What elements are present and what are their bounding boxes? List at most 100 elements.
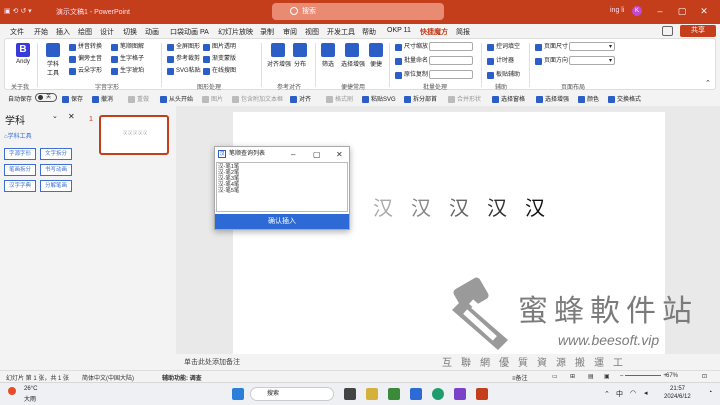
dialog-maximize-icon[interactable]: ▢ [313, 148, 321, 162]
network-icon[interactable]: ◠ [630, 389, 636, 397]
page-orientation-select[interactable]: ▾ [569, 56, 615, 65]
taskbar-search[interactable]: 搜索 [250, 387, 334, 401]
slide-char-2[interactable]: 汉 [411, 192, 431, 221]
cloud-glyph-button[interactable]: 云朵字形 [69, 67, 102, 76]
start-icon[interactable] [232, 388, 244, 400]
slide-thumbnail[interactable]: 汉汉汉汉汉 [99, 115, 169, 155]
convenient-button[interactable]: 便捷 [367, 43, 385, 68]
tray-expand-icon[interactable]: ⌃ [604, 390, 610, 398]
image-transparent-button[interactable]: 图片透明 [203, 43, 236, 52]
selection-pane-button[interactable]: 选择窗格 [492, 94, 525, 103]
accessibility[interactable]: 辅助功能: 调查 [162, 373, 202, 382]
extra-textbox-button[interactable]: 包含附加文本框 [232, 94, 283, 103]
pane-btn-dictionary[interactable]: 汉字字典 [4, 180, 36, 192]
app-icons[interactable]: ▣ ⟲ ↺ ▾ [4, 7, 32, 15]
vs-icon[interactable] [454, 388, 466, 400]
normal-view-icon[interactable]: ▭ [552, 373, 558, 380]
maximize-icon[interactable]: ▢ [676, 5, 688, 17]
in-place-copy-input[interactable] [429, 70, 473, 79]
sorter-view-icon[interactable]: ⊞ [570, 373, 575, 380]
cloze-button[interactable]: 控词填空 [487, 43, 520, 52]
paste-svg-button[interactable]: 粘贴SVG [362, 94, 396, 103]
size-scale-button[interactable]: 尺寸缩放 [395, 43, 428, 52]
batch-rename-button[interactable]: 批量命名 [395, 57, 428, 66]
color-button[interactable]: 颜色 [578, 94, 599, 103]
tab-okp[interactable]: OKP 11 [387, 27, 411, 34]
zoom-level[interactable]: 67% [666, 373, 678, 379]
pane-btn-decompose[interactable]: 分解笔画 [40, 180, 72, 192]
pane-btn-stroke-split[interactable]: 笔画拆分 [4, 164, 36, 176]
zoom-slider[interactable]: – + [620, 373, 667, 379]
tab-draw[interactable]: 绘图 [78, 27, 92, 37]
tab-brief[interactable]: 简报 [456, 27, 470, 37]
tab-animation[interactable]: 动画 [145, 27, 159, 37]
pane-btn-text-split[interactable]: 文字拆分 [40, 148, 72, 160]
stroke-list[interactable]: 汉-笔1笔 汉-笔2笔 汉-笔3笔 汉-笔4笔 汉-笔5笔 [216, 162, 348, 212]
clock-time[interactable]: 21:57 [670, 386, 685, 392]
format-painter-button[interactable]: 格式刷 [326, 94, 353, 103]
filter-button[interactable]: 筛选 [319, 43, 337, 68]
notes-placeholder[interactable]: 单击此处添加备注 [184, 357, 240, 367]
search-box[interactable]: 搜索 [272, 3, 444, 20]
store-icon[interactable] [388, 388, 400, 400]
volume-icon[interactable]: ◂ [644, 389, 648, 397]
select-enhance-quick-button[interactable]: 选择增强 [536, 94, 569, 103]
slide-char-5[interactable]: 汉 [525, 192, 545, 221]
tab-design[interactable]: 设计 [100, 27, 114, 37]
ime-indicator[interactable]: 中 [616, 389, 623, 399]
subject-tools-button[interactable]: 学科 工具 [43, 43, 63, 77]
in-place-copy-button[interactable]: 原位复制 [395, 71, 428, 80]
char-grid-button[interactable]: 生字格子 [111, 55, 144, 64]
swap-format-button[interactable]: 交换格式 [608, 94, 641, 103]
fit-slide-icon[interactable]: ⊡ [702, 373, 707, 380]
andy-button[interactable]: B Andy [13, 43, 33, 65]
online-image-button[interactable]: 在线搜图 [203, 67, 236, 76]
image-button[interactable]: 图片 [202, 94, 223, 103]
confirm-insert-button[interactable]: 确认插入 [215, 214, 349, 229]
svg-paste-button[interactable]: SVG粘贴 [167, 67, 201, 76]
tab-home[interactable]: 开始 [34, 27, 48, 37]
save-button[interactable]: 保存 [62, 94, 83, 103]
stroke-order-button[interactable]: 笔顺图解 [111, 43, 144, 52]
language[interactable]: 简体中文(中国大陆) [82, 373, 134, 382]
slide-char-4[interactable]: 汉 [487, 192, 507, 221]
clock-date[interactable]: 2024/6/12 [664, 394, 691, 400]
pane-menu-icon[interactable]: ⌄ [52, 112, 58, 120]
slide-char-3[interactable]: 汉 [449, 192, 469, 221]
close-icon[interactable]: ✕ [698, 5, 710, 17]
dialog-minimize-icon[interactable]: – [291, 148, 295, 162]
slide-char-1[interactable]: 汉 [373, 192, 393, 221]
edge-icon[interactable] [432, 388, 444, 400]
tab-insert[interactable]: 插入 [56, 27, 70, 37]
file-explorer-icon[interactable] [366, 388, 378, 400]
tab-review[interactable]: 审阅 [283, 27, 297, 37]
tab-file[interactable]: 文件 [10, 27, 24, 37]
tab-help[interactable]: 帮助 [362, 27, 376, 37]
app-icon[interactable] [410, 388, 422, 400]
radical-button[interactable]: 偏旁主音 [69, 55, 102, 64]
redo-button[interactable]: 重做 [128, 94, 149, 103]
from-start-button[interactable]: 从头开始 [160, 94, 193, 103]
ref-crop-button[interactable]: 参考裁剪 [167, 55, 200, 64]
distribute-button[interactable]: 分布 [291, 43, 309, 68]
fullscreen-shape-button[interactable]: 全屏图形 [167, 43, 200, 52]
dialog-titlebar[interactable]: 汉 笔顺查询列表 – ▢ ✕ [215, 147, 349, 161]
share-button[interactable]: 共享 [680, 25, 716, 37]
dialog-close-icon[interactable]: ✕ [336, 148, 343, 162]
weather-icon[interactable] [8, 387, 16, 395]
minimize-icon[interactable]: – [654, 5, 666, 17]
reading-view-icon[interactable]: ▤ [588, 373, 594, 380]
page-size-select[interactable]: ▾ [569, 42, 615, 51]
align-enhance-button[interactable]: 对齐增强 [267, 43, 291, 68]
char-amber-button[interactable]: 生字琥珀 [111, 67, 144, 76]
tab-pocket-animation[interactable]: 口袋动画 PA [170, 27, 209, 37]
tab-slideshow[interactable]: 幻灯片放映 [218, 27, 253, 37]
tab-transition[interactable]: 切换 [123, 27, 137, 37]
list-item[interactable]: 汉-笔5笔 [218, 188, 239, 194]
autosave-toggle[interactable]: 关 [35, 93, 57, 102]
pane-close-icon[interactable]: ✕ [68, 112, 75, 121]
select-enhance-button[interactable]: 选择增强 [341, 43, 365, 68]
collapse-ribbon-icon[interactable]: ⌃ [705, 79, 711, 87]
tab-record[interactable]: 录制 [260, 27, 274, 37]
timer-button[interactable]: 计时器 [487, 57, 514, 66]
